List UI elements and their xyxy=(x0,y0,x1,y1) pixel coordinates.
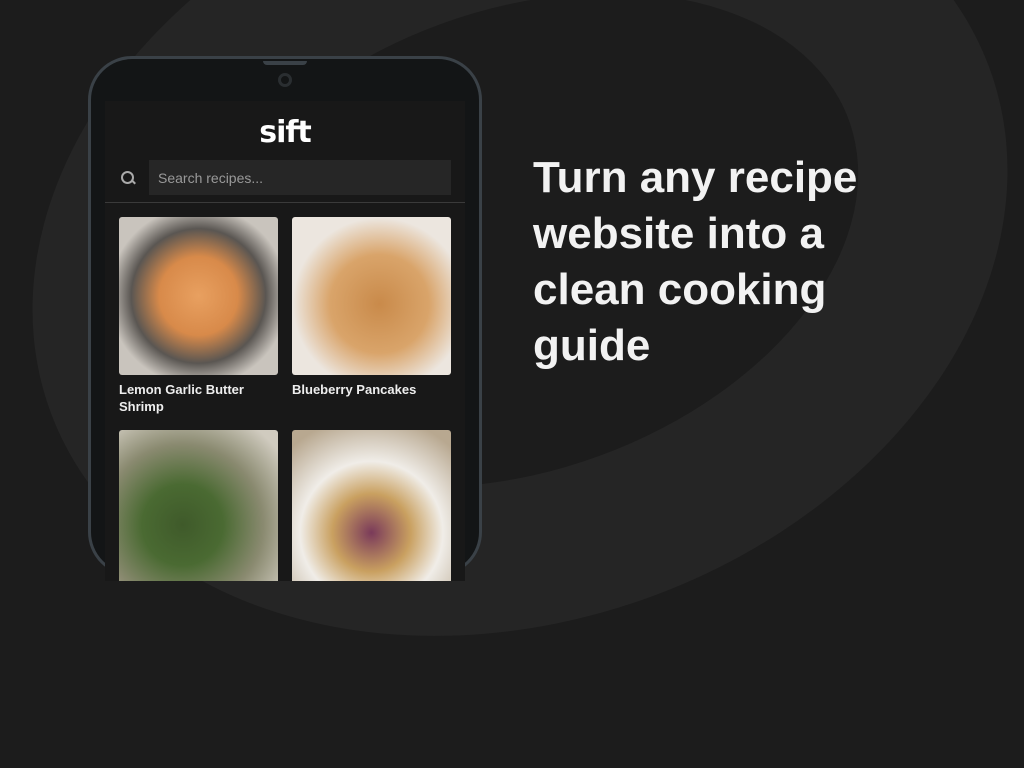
recipe-card[interactable]: Blueberry Pancakes xyxy=(292,217,451,416)
app-logo: sift xyxy=(259,115,312,150)
headline: Turn any recipe website into a clean coo… xyxy=(533,153,858,370)
search-bar xyxy=(121,160,451,195)
phone-speaker xyxy=(263,61,307,65)
recipe-title: Blueberry Pancakes xyxy=(292,382,417,397)
phone-mockup: sift Lemon Garlic Butter Shrimp Blueberr… xyxy=(88,56,482,581)
recipe-image xyxy=(292,430,451,581)
recipe-card[interactable]: Lemon Garlic Butter Shrimp xyxy=(119,217,278,416)
recipe-image xyxy=(119,217,278,375)
recipe-image xyxy=(119,430,278,581)
recipe-grid: Lemon Garlic Butter Shrimp Blueberry Pan… xyxy=(119,217,465,581)
recipe-image xyxy=(292,217,451,375)
search-icon[interactable] xyxy=(121,170,135,185)
app-screen: sift Lemon Garlic Butter Shrimp Blueberr… xyxy=(105,101,465,581)
recipe-card[interactable] xyxy=(119,430,278,581)
search-input[interactable] xyxy=(149,160,451,195)
recipe-card[interactable] xyxy=(292,430,451,581)
camera-icon xyxy=(278,73,292,87)
divider xyxy=(105,202,465,203)
recipe-title: Lemon Garlic Butter Shrimp xyxy=(119,382,244,414)
